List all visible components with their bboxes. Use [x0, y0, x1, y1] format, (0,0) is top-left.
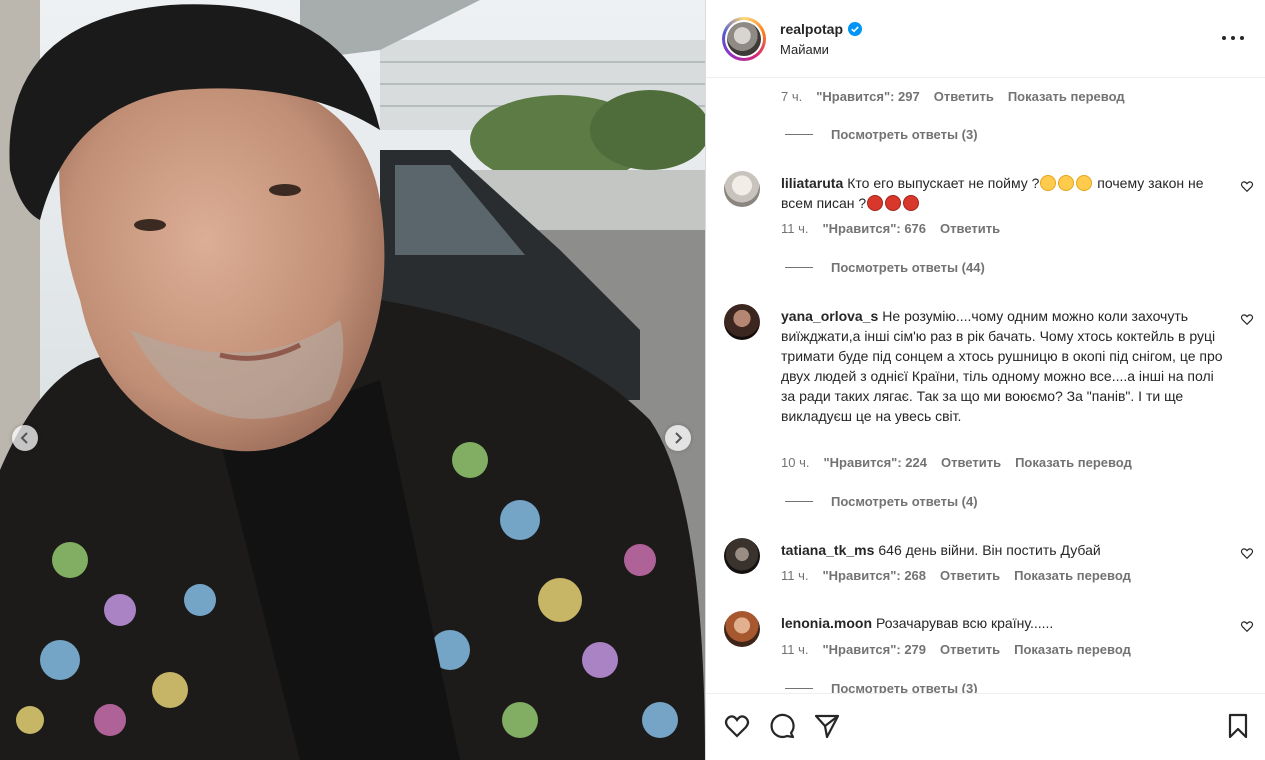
angry-face-icon: [903, 195, 920, 211]
author-avatar[interactable]: [722, 16, 766, 61]
commenter-avatar[interactable]: [724, 171, 760, 207]
commenter-username[interactable]: tatiana_tk_ms: [781, 542, 874, 558]
replies-line: [785, 267, 813, 268]
comment-text: Кто его выпускает не пойму ?: [847, 175, 1040, 191]
view-replies-button[interactable]: Посмотреть ответы (3): [785, 681, 978, 693]
post-actions-bar: [706, 693, 1265, 760]
comment-time[interactable]: 11 ч.: [781, 642, 809, 657]
comment-likes[interactable]: "Нравится": 268: [823, 568, 927, 583]
comment-meta: 11 ч. "Нравится": 279 Ответить Показать …: [781, 642, 1131, 657]
post-location[interactable]: Майами: [780, 42, 862, 57]
flushed-face-icon: [1040, 175, 1057, 191]
selfie-image: [0, 0, 705, 760]
dot-icon: [1231, 36, 1235, 40]
post-sidebar: realpotap Майами 7 ч. "Нравится": 297 От…: [705, 0, 1265, 760]
like-comment-icon[interactable]: [1240, 619, 1254, 633]
reply-button[interactable]: Ответить: [940, 221, 1000, 236]
view-replies-button[interactable]: Посмотреть ответы (44): [785, 260, 985, 275]
dot-icon: [1222, 36, 1226, 40]
commenter-avatar[interactable]: [724, 538, 760, 574]
comment-meta: 11 ч. "Нравится": 268 Ответить Показать …: [781, 568, 1131, 583]
comment-meta: 11 ч. "Нравится": 676 Ответить: [781, 221, 1000, 236]
commenter-username[interactable]: lenonia.moon: [781, 615, 872, 631]
reply-button[interactable]: Ответить: [934, 89, 994, 104]
comment-text: 646 день війни. Він постить Дубай: [878, 542, 1101, 558]
save-icon[interactable]: [1224, 712, 1252, 740]
comment-time[interactable]: 11 ч.: [781, 568, 809, 583]
like-comment-icon[interactable]: [1240, 179, 1254, 193]
comment-item: yana_orlova_s Не розумію....чому одним мо…: [724, 304, 1254, 464]
verified-badge-icon: [848, 21, 863, 36]
comment-likes[interactable]: "Нравится": 224: [823, 455, 927, 470]
post-photo: [0, 0, 705, 760]
next-photo-button[interactable]: [665, 425, 691, 451]
translate-button[interactable]: Показать перевод: [1008, 89, 1125, 104]
comment-meta: 7 ч. "Нравится": 297 Ответить Показать п…: [781, 89, 1125, 104]
view-replies-button[interactable]: Посмотреть ответы (3): [785, 127, 978, 142]
comment-time[interactable]: 7 ч.: [781, 89, 802, 104]
comment-likes[interactable]: "Нравится": 676: [823, 221, 927, 236]
replies-line: [785, 501, 813, 502]
dot-icon: [1240, 36, 1244, 40]
commenter-avatar[interactable]: [724, 611, 760, 647]
comment-time[interactable]: 10 ч.: [781, 455, 809, 470]
angry-face-icon: [885, 195, 902, 211]
chevron-left-icon: [20, 432, 28, 444]
reply-button[interactable]: Ответить: [940, 642, 1000, 657]
flushed-face-icon: [1076, 175, 1093, 191]
angry-face-icon: [867, 195, 884, 211]
chevron-right-icon: [675, 432, 683, 444]
like-comment-icon[interactable]: [1240, 312, 1254, 326]
replies-line: [785, 688, 813, 689]
translate-button[interactable]: Показать перевод: [1014, 642, 1131, 657]
more-options-button[interactable]: [1222, 30, 1244, 46]
comment-meta: 10 ч. "Нравится": 224 Ответить Показать …: [781, 455, 1132, 470]
share-icon[interactable]: [813, 712, 841, 740]
replies-line: [785, 134, 813, 135]
comment-likes[interactable]: "Нравится": 297: [816, 89, 920, 104]
comment-likes[interactable]: "Нравится": 279: [823, 642, 927, 657]
post-header: realpotap Майами: [706, 0, 1265, 78]
avatar-photo: [727, 21, 761, 56]
commenter-username[interactable]: yana_orlova_s: [781, 308, 878, 324]
comment-icon[interactable]: [768, 712, 796, 740]
view-replies-button[interactable]: Посмотреть ответы (4): [785, 494, 978, 509]
comment-text: Не розумію....чому одним можно коли захо…: [781, 308, 1223, 424]
author-username[interactable]: realpotap: [780, 21, 843, 37]
reply-button[interactable]: Ответить: [940, 568, 1000, 583]
comments-list[interactable]: 7 ч. "Нравится": 297 Ответить Показать п…: [706, 79, 1265, 693]
translate-button[interactable]: Показать перевод: [1014, 568, 1131, 583]
like-comment-icon[interactable]: [1240, 546, 1254, 560]
flushed-face-icon: [1058, 175, 1075, 191]
reply-button[interactable]: Ответить: [941, 455, 1001, 470]
comment-time[interactable]: 11 ч.: [781, 221, 809, 236]
translate-button[interactable]: Показать перевод: [1015, 455, 1132, 470]
commenter-username[interactable]: liliataruta: [781, 175, 843, 191]
heart-icon[interactable]: [723, 712, 751, 740]
comment-text: Розачарував всю країну......: [876, 615, 1054, 631]
commenter-avatar[interactable]: [724, 304, 760, 340]
previous-photo-button[interactable]: [12, 425, 38, 451]
